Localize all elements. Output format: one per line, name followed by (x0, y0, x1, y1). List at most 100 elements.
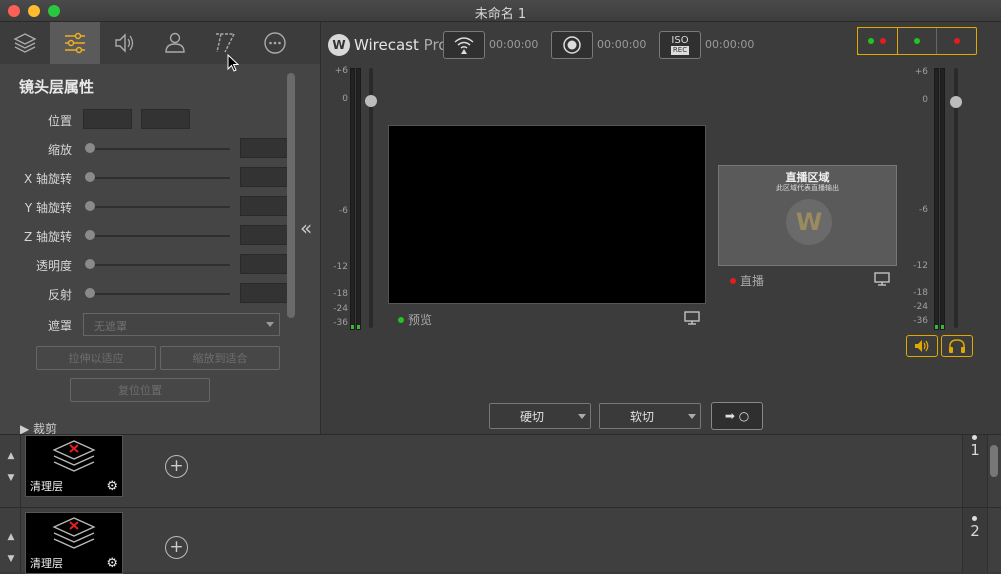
meter-scale-label: -36 (913, 316, 928, 326)
position-x-field[interactable] (83, 109, 132, 129)
layer-scrollbar[interactable] (988, 508, 1001, 572)
reflection-slider-knob[interactable] (85, 288, 95, 298)
mask-label: 遮罩 (47, 319, 72, 333)
opacity-slider-knob[interactable] (85, 259, 95, 269)
output-status-all[interactable] (857, 27, 898, 55)
output-status-indicator[interactable] (857, 27, 977, 55)
scale-slider-knob[interactable] (85, 143, 95, 153)
smooth-transition-select[interactable]: 软切 (599, 403, 701, 429)
tab-properties[interactable] (50, 22, 100, 64)
meter-scale-label: -6 (919, 205, 928, 215)
app-logo: W Wirecast Pro (328, 34, 447, 56)
arrow-up-icon[interactable]: ▲ (4, 526, 18, 548)
record-icon (563, 36, 581, 54)
rec-label: REC (670, 45, 690, 55)
arrow-down-icon[interactable]: ▼ (4, 548, 18, 570)
y-rotate-label: Y 轴旋转 (24, 201, 72, 215)
more-icon (264, 32, 286, 54)
tab-layers[interactable] (0, 22, 50, 64)
monitor-icon[interactable] (874, 272, 890, 286)
meter-scale-label: +6 (914, 67, 928, 77)
arrow-down-icon[interactable]: ▼ (4, 467, 18, 489)
cut-transition-select[interactable]: 硬切 (489, 403, 591, 429)
go-button[interactable]: ➡ ○ (711, 402, 763, 430)
scale-slider-track[interactable] (90, 148, 230, 150)
reflection-slider-track[interactable] (90, 293, 230, 295)
collapse-panel-icon[interactable]: « (300, 216, 312, 240)
add-shot-button[interactable]: + (165, 455, 188, 478)
y-rotate-slider-knob[interactable] (85, 201, 95, 211)
tab-people[interactable] (150, 22, 200, 64)
right-level-bar (940, 68, 945, 330)
reflection-field[interactable] (240, 283, 289, 303)
opacity-slider-track[interactable] (90, 264, 230, 266)
x-rotate-slider-knob[interactable] (85, 172, 95, 182)
crop-section-toggle[interactable]: ▶ 裁剪 (20, 420, 57, 434)
reset-position-button[interactable]: 复位位置 (70, 378, 210, 402)
reflection-label: 反射 (47, 288, 72, 302)
z-rotate-slider-knob[interactable] (85, 230, 95, 240)
volume-fader-knob[interactable] (950, 96, 962, 108)
layer-number-badge: 1 (962, 435, 988, 507)
opacity-label: 透明度 (35, 259, 72, 273)
y-rotate-field[interactable] (240, 196, 289, 216)
layers-icon (13, 33, 37, 53)
chevron-down-icon (266, 322, 274, 327)
scroll-thumb[interactable] (990, 445, 998, 477)
volume-fader-track[interactable] (369, 68, 373, 328)
meter-scale-label: 0 (922, 95, 928, 105)
panel-scrollbar[interactable] (287, 73, 295, 318)
output-status-stream[interactable] (898, 28, 938, 54)
speaker-monitor-button[interactable] (906, 335, 938, 357)
z-rotate-slider-track[interactable] (90, 235, 230, 237)
scale-field[interactable] (240, 138, 289, 158)
stretch-fit-button[interactable]: 拉伸以适应 (36, 346, 156, 370)
green-dot-icon (868, 38, 875, 44)
gear-icon[interactable]: ⚙ (106, 556, 118, 571)
logo-brand: Wirecast (354, 36, 419, 54)
layer-row: ▲ ▼ 清理层 ⚙ + 2 (0, 507, 1001, 574)
position-y-field[interactable] (141, 109, 190, 129)
go-arrow-icon: ➡ ○ (724, 409, 750, 423)
mask-select[interactable]: 无遮罩 (83, 313, 280, 336)
live-monitor[interactable]: 直播区域 此区域代表直播输出 W (718, 165, 897, 266)
opacity-field[interactable] (240, 254, 289, 274)
stream-button[interactable] (443, 31, 485, 59)
volume-fader-knob[interactable] (365, 95, 377, 107)
shot-thumbnail[interactable]: 清理层 ⚙ (25, 512, 123, 574)
z-rotate-field[interactable] (240, 225, 289, 245)
gear-icon[interactable]: ⚙ (106, 479, 118, 494)
layer-number: 2 (970, 522, 980, 540)
add-shot-button[interactable]: + (165, 536, 188, 559)
shot-label: 清理层 (30, 480, 63, 493)
tab-titles[interactable] (200, 22, 250, 64)
layer-reorder-arrows[interactable]: ▲ ▼ (4, 445, 18, 489)
broadcast-icon (454, 37, 474, 54)
headphones-button[interactable] (941, 335, 973, 357)
tab-audio[interactable] (100, 22, 150, 64)
preview-monitor[interactable] (388, 125, 706, 304)
output-status-record[interactable] (937, 28, 976, 54)
chevron-down-icon (684, 413, 700, 419)
record-button[interactable] (551, 31, 593, 59)
iso-record-button[interactable]: ISO REC (659, 31, 701, 59)
preview-status: 预览 (398, 311, 432, 328)
live-status: 直播 (730, 272, 764, 289)
y-rotate-slider-track[interactable] (90, 206, 230, 208)
green-dot-icon (914, 38, 920, 44)
x-rotate-slider-track[interactable] (90, 177, 230, 179)
x-rotate-field[interactable] (240, 167, 289, 187)
clear-layer-icon (52, 440, 96, 472)
speaker-icon (915, 340, 929, 352)
monitor-icon[interactable] (684, 311, 700, 325)
arrow-up-icon[interactable]: ▲ (4, 445, 18, 467)
right-level-bar (356, 68, 361, 330)
layer-reorder-arrows[interactable]: ▲ ▼ (4, 526, 18, 570)
shot-thumbnail[interactable]: 清理层 ⚙ (25, 435, 123, 497)
tab-more[interactable] (250, 22, 300, 64)
scale-fit-button[interactable]: 缩放到适合 (160, 346, 280, 370)
section-title: 镜头层属性 (19, 78, 95, 96)
meter-scale-label: -24 (913, 302, 928, 312)
live-panel-subtitle: 此区域代表直播输出 (776, 184, 839, 192)
layer-scrollbar[interactable] (988, 435, 1001, 507)
